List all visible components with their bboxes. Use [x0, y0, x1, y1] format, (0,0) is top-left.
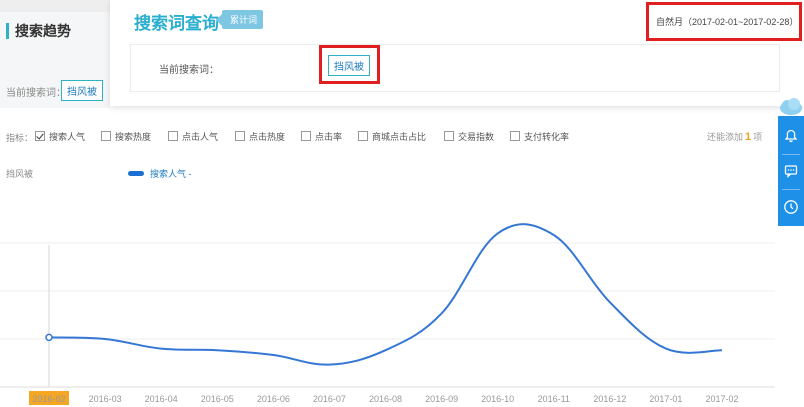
data-point: [45, 333, 53, 342]
x-tick-label: 2016-11: [538, 394, 570, 404]
indicator-search-popularity[interactable]: 搜索人气: [35, 129, 85, 143]
remaining-count: 1: [745, 131, 752, 143]
clock-icon[interactable]: [778, 193, 804, 221]
x-tick-label: 2016-03: [89, 394, 122, 404]
indicator-pay-conversion[interactable]: 支付转化率: [510, 129, 569, 143]
toolbar-divider: [782, 189, 800, 190]
checkbox-icon[interactable]: [510, 131, 520, 141]
checkbox-icon[interactable]: [235, 131, 245, 141]
chat-icon[interactable]: [778, 157, 804, 185]
series-line-search-popularity: [48, 223, 723, 366]
bell-icon[interactable]: [778, 122, 804, 150]
remaining-indicators: 还能添加 1 项: [707, 130, 762, 143]
date-range-selector[interactable]: 自然月（2017-02-01~2017-02-28）: [656, 15, 798, 28]
x-tick-label: 2016-12: [593, 394, 626, 404]
cloud-icon[interactable]: [778, 96, 804, 118]
card-current-keyword-label: 当前搜索词：: [159, 65, 219, 76]
trend-chart: 2016-02 2016-03 2016-04 2016-05 2016-06 2016-…: [0, 223, 775, 405]
legend-series-label: 搜索人气 -: [150, 169, 192, 179]
indicator-click-popularity[interactable]: 点击人气: [168, 129, 218, 143]
checkbox-icon[interactable]: [101, 131, 111, 141]
current-keyword-label: 当前搜索词：: [6, 88, 66, 99]
chart-legend[interactable]: 搜索人气 -: [128, 167, 192, 180]
indicator-label: 点击率: [315, 131, 343, 142]
x-tick-label: 2016-10: [481, 394, 514, 404]
indicator-search-heat[interactable]: 搜索热度: [101, 129, 151, 143]
toolbar-divider: [782, 154, 800, 155]
indicator-trade-index[interactable]: 交易指数: [444, 129, 494, 143]
x-tick-label: 2017-02: [705, 394, 738, 404]
current-keyword-chip[interactable]: 挡风被: [61, 80, 103, 101]
card-badge[interactable]: 累计词: [215, 10, 264, 29]
indicator-label: 交易指数: [458, 131, 495, 142]
checkbox-icon[interactable]: [168, 131, 178, 141]
checkbox-icon[interactable]: [358, 131, 368, 141]
x-tick-label: 2016-06: [257, 394, 290, 404]
x-tick-label: 2016-05: [201, 394, 234, 404]
indicator-label: 点击热度: [249, 131, 286, 142]
left-top-strip: [0, 0, 110, 12]
x-tick-label: 2016-09: [425, 394, 458, 404]
checkbox-icon[interactable]: [444, 131, 454, 141]
indicator-mall-click-share[interactable]: 商城点击占比: [358, 129, 426, 143]
indicators-label: 指标：: [6, 133, 34, 143]
legend-swatch: [128, 171, 144, 176]
indicator-click-rate[interactable]: 点击率: [301, 129, 342, 143]
section-title-text: 搜索趋势: [15, 23, 71, 39]
checkbox-icon[interactable]: [35, 131, 45, 141]
indicator-label: 点击人气: [182, 131, 219, 142]
section-title: 搜索趋势: [6, 22, 71, 40]
x-tick-label: 2016-08: [369, 394, 402, 404]
indicator-label: 搜索人气: [49, 131, 86, 142]
x-tick-label: 2016-04: [145, 394, 178, 404]
chart-keyword-label: 挡风被: [6, 169, 34, 179]
indicator-label: 支付转化率: [524, 131, 570, 142]
card-title: 搜索词查询: [134, 14, 219, 33]
remaining-prefix: 还能添加: [707, 132, 744, 142]
keyword-highlight-box: [319, 45, 380, 84]
x-tick-label: 2016-02: [32, 394, 65, 404]
card-keyword-box: [130, 44, 780, 92]
indicator-click-heat[interactable]: 点击热度: [235, 129, 285, 143]
remaining-suffix: 项: [753, 132, 763, 142]
title-accent-bar: [6, 23, 9, 39]
x-tick-label: 2016-07: [313, 394, 346, 404]
indicator-label: 商城点击占比: [372, 131, 427, 142]
indicator-label: 搜索热度: [115, 131, 152, 142]
x-tick-label: 2017-01: [649, 394, 682, 404]
checkbox-icon[interactable]: [301, 131, 311, 141]
